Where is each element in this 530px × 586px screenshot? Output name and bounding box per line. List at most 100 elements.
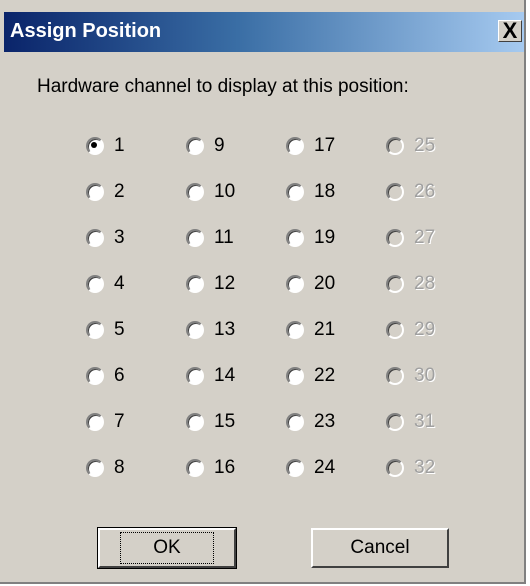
channel-radio-16[interactable]: 16 xyxy=(186,457,235,479)
radio-circle-icon[interactable] xyxy=(186,229,204,247)
channel-radio-31: 31 xyxy=(386,411,435,433)
radio-circle-icon[interactable] xyxy=(286,275,304,293)
channel-radio-15[interactable]: 15 xyxy=(186,411,235,433)
channel-radio-label: 21 xyxy=(314,319,336,340)
radio-circle-icon xyxy=(386,183,404,201)
channel-radio-label: 23 xyxy=(314,411,336,432)
channel-radio-label: 26 xyxy=(414,181,436,202)
channel-radio-6[interactable]: 6 xyxy=(86,365,125,387)
radio-circle-icon[interactable] xyxy=(186,321,204,339)
radio-circle-icon[interactable] xyxy=(286,183,304,201)
cancel-button[interactable]: Cancel xyxy=(311,528,449,568)
channel-radio-label: 29 xyxy=(414,319,436,340)
radio-circle-icon[interactable] xyxy=(86,413,104,431)
channel-radio-label: 11 xyxy=(214,227,234,248)
channel-radio-21[interactable]: 21 xyxy=(286,319,335,341)
channel-radio-label: 10 xyxy=(214,181,236,202)
radio-circle-icon[interactable] xyxy=(286,459,304,477)
title-bar[interactable]: Assign Position X xyxy=(4,12,524,52)
channel-radio-label: 6 xyxy=(114,365,125,386)
radio-circle-icon[interactable] xyxy=(86,321,104,339)
channel-radio-label: 13 xyxy=(214,319,236,340)
channel-radio-12[interactable]: 12 xyxy=(186,273,235,295)
radio-circle-icon[interactable] xyxy=(86,367,104,385)
channel-radio-label: 32 xyxy=(414,457,436,478)
channel-radio-13[interactable]: 13 xyxy=(186,319,235,341)
radio-circle-icon[interactable] xyxy=(86,459,104,477)
channel-radio-24[interactable]: 24 xyxy=(286,457,335,479)
channel-radio-label: 18 xyxy=(314,181,336,202)
radio-circle-icon[interactable] xyxy=(86,183,104,201)
channel-radio-9[interactable]: 9 xyxy=(186,135,225,157)
channel-radio-20[interactable]: 20 xyxy=(286,273,335,295)
channel-radio-32: 32 xyxy=(386,457,435,479)
channel-radio-17[interactable]: 17 xyxy=(286,135,335,157)
channel-radio-10[interactable]: 10 xyxy=(186,181,235,203)
channel-radio-label: 1 xyxy=(114,135,125,156)
radio-circle-icon[interactable] xyxy=(286,413,304,431)
radio-circle-icon[interactable] xyxy=(186,367,204,385)
radio-circle-icon xyxy=(386,321,404,339)
channel-radio-14[interactable]: 14 xyxy=(186,365,235,387)
radio-circle-icon xyxy=(386,367,404,385)
ok-button[interactable]: OK xyxy=(97,527,237,569)
channel-radio-28: 28 xyxy=(386,273,435,295)
channel-radio-5[interactable]: 5 xyxy=(86,319,125,341)
channel-radio-label: 3 xyxy=(114,227,125,248)
channel-radio-7[interactable]: 7 xyxy=(86,411,125,433)
channel-radio-label: 31 xyxy=(414,411,436,432)
channel-radio-26: 26 xyxy=(386,181,435,203)
radio-dot-icon xyxy=(91,142,97,148)
radio-circle-icon[interactable] xyxy=(186,183,204,201)
close-button[interactable]: X xyxy=(498,20,522,42)
radio-circle-icon[interactable] xyxy=(86,229,104,247)
close-icon: X xyxy=(502,18,518,43)
channel-radio-label: 8 xyxy=(114,457,125,478)
channel-radio-2[interactable]: 2 xyxy=(86,181,125,203)
radio-circle-icon xyxy=(386,137,404,155)
radio-circle-icon[interactable] xyxy=(286,321,304,339)
channel-radio-25: 25 xyxy=(386,135,435,157)
channel-radio-label: 25 xyxy=(414,135,436,156)
radio-circle-icon[interactable] xyxy=(186,275,204,293)
channel-radio-label: 12 xyxy=(214,273,236,294)
radio-circle-icon xyxy=(386,459,404,477)
channel-radio-label: 15 xyxy=(214,411,236,432)
channel-radio-18[interactable]: 18 xyxy=(286,181,335,203)
radio-circle-icon[interactable] xyxy=(286,229,304,247)
channel-radio-label: 22 xyxy=(314,365,336,386)
ok-button-label: OK xyxy=(120,532,214,564)
channel-radio-8[interactable]: 8 xyxy=(86,457,125,479)
channel-radio-3[interactable]: 3 xyxy=(86,227,125,249)
radio-circle-icon[interactable] xyxy=(286,367,304,385)
radio-circle-icon[interactable] xyxy=(86,137,104,155)
radio-circle-icon[interactable] xyxy=(186,459,204,477)
channel-radio-label: 17 xyxy=(314,135,336,156)
channel-radio-label: 9 xyxy=(214,135,225,156)
radio-circle-icon[interactable] xyxy=(186,413,204,431)
channel-radio-22[interactable]: 22 xyxy=(286,365,335,387)
channel-radio-label: 28 xyxy=(414,273,436,294)
channel-radio-label: 2 xyxy=(114,181,125,202)
radio-circle-icon[interactable] xyxy=(86,275,104,293)
radio-circle-icon xyxy=(386,229,404,247)
channel-radio-19[interactable]: 19 xyxy=(286,227,335,249)
channel-radio-label: 20 xyxy=(314,273,336,294)
channel-radio-label: 5 xyxy=(114,319,125,340)
channel-radio-27: 27 xyxy=(386,227,435,249)
channel-radio-label: 7 xyxy=(114,411,125,432)
radio-circle-icon xyxy=(386,413,404,431)
channel-radio-label: 14 xyxy=(214,365,236,386)
channel-radio-1[interactable]: 1 xyxy=(86,135,125,157)
channel-radio-30: 30 xyxy=(386,365,435,387)
channel-radio-label: 16 xyxy=(214,457,236,478)
channel-radio-label: 27 xyxy=(414,227,436,248)
channel-radio-4[interactable]: 4 xyxy=(86,273,125,295)
channel-radio-29: 29 xyxy=(386,319,435,341)
radio-circle-icon[interactable] xyxy=(186,137,204,155)
channel-radio-label: 24 xyxy=(314,457,336,478)
channel-prompt-label: Hardware channel to display at this posi… xyxy=(37,76,409,97)
channel-radio-11[interactable]: 11 xyxy=(186,227,234,249)
radio-circle-icon[interactable] xyxy=(286,137,304,155)
channel-radio-23[interactable]: 23 xyxy=(286,411,335,433)
